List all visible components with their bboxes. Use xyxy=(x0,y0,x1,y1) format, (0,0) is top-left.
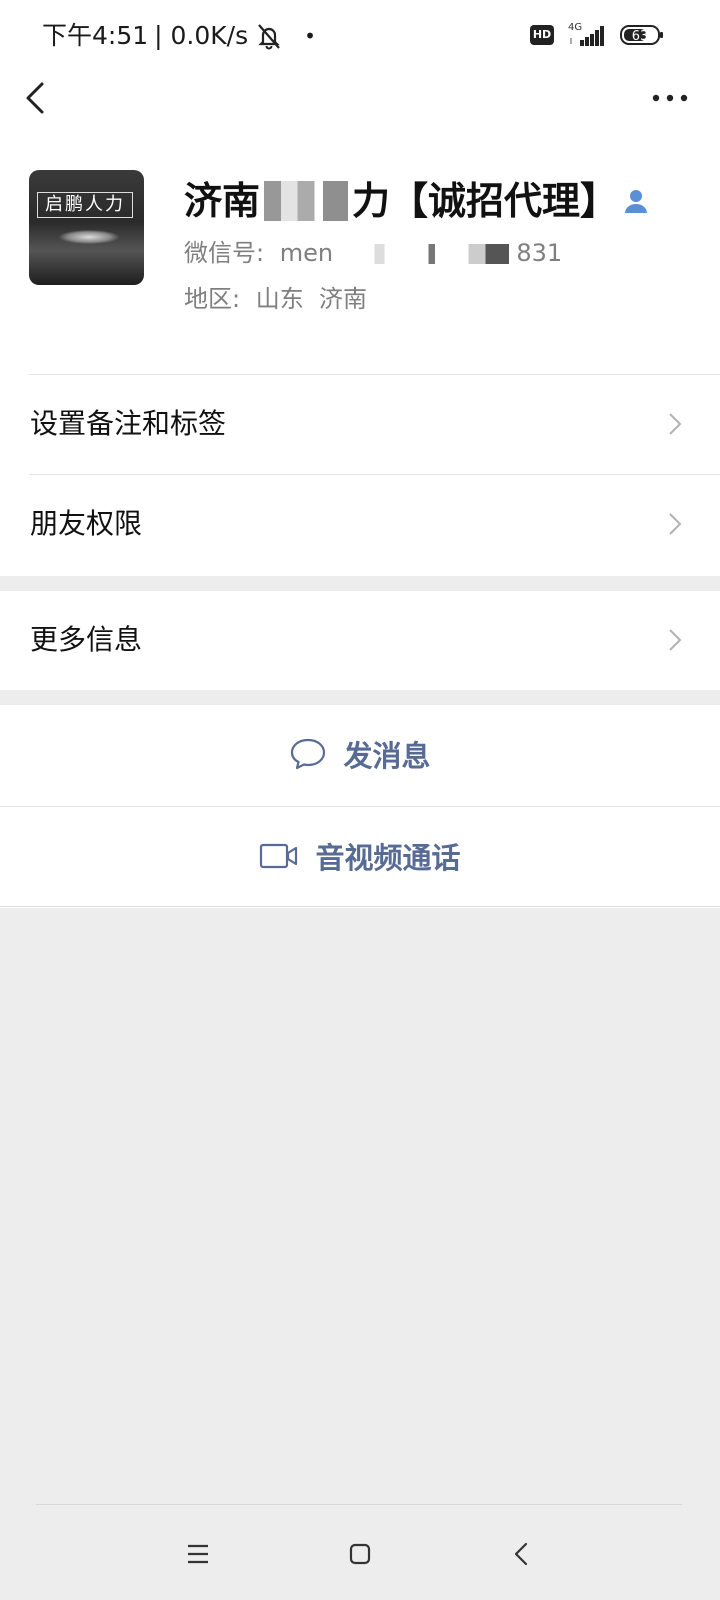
status-left: 下午4:51 | 0.0K/s • xyxy=(42,18,316,54)
contact-name: 济南 力【诚招代理】 xyxy=(184,176,650,226)
wechat-id-suffix: 831 xyxy=(516,239,563,267)
chat-bubble-icon xyxy=(291,738,326,770)
status-time: 下午4:51 xyxy=(42,21,149,50)
name-mosaic-redaction xyxy=(264,181,349,221)
battery-level: 63 xyxy=(632,29,649,44)
section-gap xyxy=(0,690,720,705)
name-suffix: 力【诚招代理】 xyxy=(352,179,619,223)
bell-muted-icon xyxy=(258,24,280,50)
status-dot: • xyxy=(304,24,316,48)
row-remark-tags[interactable]: 设置备注和标签 xyxy=(0,375,720,473)
region-value: 山东 济南 xyxy=(255,285,367,313)
send-message-button[interactable]: 发消息 xyxy=(0,705,720,803)
row-more-info[interactable]: 更多信息 xyxy=(0,591,720,689)
home-square-icon[interactable] xyxy=(340,1534,380,1574)
chevron-right-icon xyxy=(669,413,682,435)
region: 地区: 山东 济南 xyxy=(184,282,367,316)
status-bar: 下午4:51 | 0.0K/s • HD 4G 63 xyxy=(0,0,720,70)
divider xyxy=(0,906,720,907)
more-options-icon[interactable] xyxy=(650,86,690,110)
row-remark-tags-label: 设置备注和标签 xyxy=(30,407,227,440)
status-net-speed: | 0.0K/s xyxy=(154,21,249,50)
wechat-id-label: 微信号: xyxy=(184,239,265,267)
person-verified-icon xyxy=(625,190,648,213)
status-right: HD 4G 63 xyxy=(530,20,664,50)
row-more-info-label: 更多信息 xyxy=(30,623,143,656)
region-label: 地区: xyxy=(184,285,241,313)
wechat-id-prefix: men xyxy=(279,239,334,267)
chevron-right-icon xyxy=(669,629,682,651)
nav-bar-divider xyxy=(36,1504,682,1505)
send-message-label: 发消息 xyxy=(343,739,431,773)
back-triangle-icon[interactable] xyxy=(502,1534,542,1574)
network-label: 4G xyxy=(568,22,582,33)
chevron-right-icon xyxy=(669,513,682,535)
wechat-id[interactable]: 微信号: men 831 xyxy=(184,236,562,270)
wechat-id-mosaic xyxy=(340,244,509,264)
row-friend-permissions-label: 朋友权限 xyxy=(30,507,143,540)
hd-badge: HD xyxy=(530,25,554,45)
signal-4g-icon: 4G xyxy=(568,22,604,46)
avatar[interactable]: 启鹏人力 xyxy=(29,170,144,285)
battery-icon: 63 xyxy=(620,25,663,45)
back-icon[interactable] xyxy=(18,76,54,120)
menu-lines-icon[interactable] xyxy=(178,1534,218,1574)
video-call-button[interactable]: 音视频通话 xyxy=(0,807,720,905)
row-friend-permissions[interactable]: 朋友权限 xyxy=(0,475,720,573)
avatar-wave xyxy=(59,230,119,244)
section-gap xyxy=(0,576,720,591)
name-prefix: 济南 xyxy=(184,179,261,223)
video-call-label: 音视频通话 xyxy=(315,841,461,875)
video-camera-icon xyxy=(260,843,298,869)
avatar-title: 启鹏人力 xyxy=(37,192,133,218)
